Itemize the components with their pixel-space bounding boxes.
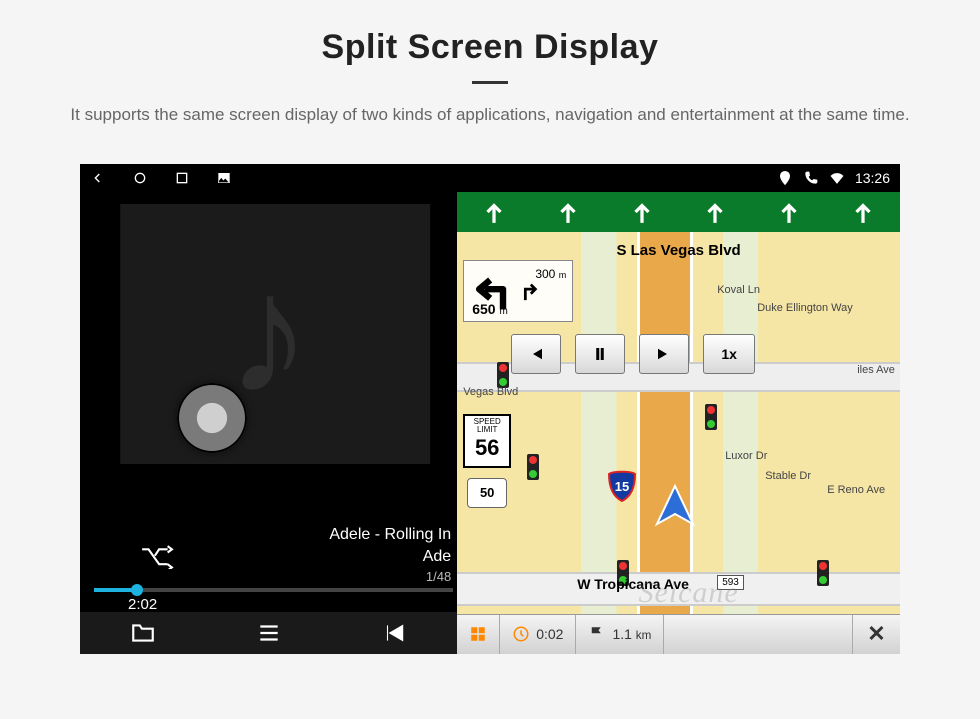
music-bottom-bar (80, 612, 457, 654)
next-turn-icon (518, 280, 540, 302)
playback-disc[interactable] (177, 383, 247, 453)
page-title: Split Screen Display (40, 28, 940, 67)
lane-arrow-icon (629, 198, 655, 226)
remaining-distance: 1.1 km (576, 615, 664, 654)
lane-arrow-icon (555, 198, 581, 226)
clock-icon (512, 625, 530, 643)
lane-guidance (457, 192, 900, 232)
route-shield: 50 (467, 478, 507, 508)
shuffle-button[interactable] (140, 544, 174, 570)
road-label: E Reno Ave (827, 484, 885, 496)
progress-bar[interactable] (94, 588, 453, 592)
nav-bottom-bar: 0:02 1.1 km ✕ (457, 614, 900, 654)
flag-icon (588, 625, 606, 643)
road-label: Duke Ellington Way (757, 302, 853, 314)
phone-icon (803, 170, 819, 186)
lane-arrow-icon (850, 198, 876, 226)
road-label: iles Ave (857, 364, 895, 376)
lane-arrow-icon (702, 198, 728, 226)
clock: 13:26 (855, 170, 890, 186)
eta-time: 0:02 (500, 615, 576, 654)
album-art: ♪ (120, 204, 430, 464)
close-button[interactable]: ✕ (852, 615, 900, 654)
street-label-top: S Las Vegas Blvd (457, 242, 900, 259)
road-label: Stable Dr (765, 470, 811, 482)
next-turn-distance: 300 m (535, 267, 566, 281)
wifi-icon (829, 170, 845, 186)
recent-apps-icon[interactable] (174, 170, 190, 186)
lane-arrow-icon (776, 198, 802, 226)
track-title: Adele - Rolling In (329, 524, 451, 546)
android-status-bar: 13:26 (80, 164, 900, 192)
vehicle-cursor (653, 484, 697, 528)
page-subtitle: It supports the same screen display of t… (60, 102, 920, 128)
map-playback-controls: 1x (511, 334, 755, 374)
track-artist: Ade (329, 546, 451, 568)
map-speed-button[interactable]: 1x (703, 334, 755, 374)
folder-button[interactable] (130, 620, 156, 646)
watermark: Seicane (638, 576, 738, 610)
road-label: Koval Ln (717, 284, 760, 296)
elapsed-time: 2:02 (128, 596, 157, 613)
speed-limit-sign: SPEED LIMIT 56 (463, 414, 511, 468)
menu-button[interactable] (457, 615, 500, 654)
playlist-button[interactable] (256, 620, 282, 646)
navigation-panel: S Las Vegas Blvd 300 m 650 m 1x (457, 164, 900, 654)
interstate-shield: 15 (607, 470, 637, 502)
road-label: Vegas Blvd (463, 386, 518, 398)
title-underline (472, 81, 508, 84)
traffic-light-icon (527, 454, 539, 480)
track-count: 1/48 (329, 568, 451, 586)
lane-arrow-icon (481, 198, 507, 226)
music-panel: ♪ Adele - Rolling In Ade 1/48 2:02 (80, 164, 457, 654)
map-pause-button[interactable] (575, 334, 625, 374)
previous-button[interactable] (381, 620, 407, 646)
home-icon[interactable] (132, 170, 148, 186)
picture-icon (216, 170, 232, 186)
turn-distance: 650 m (472, 301, 508, 317)
road-label: Luxor Dr (725, 450, 767, 462)
music-note-icon: ♪ (226, 249, 311, 419)
device-screenshot: 13:26 ♪ Adele - Rolling In Ade 1/48 2:02 (80, 164, 900, 654)
track-info: Adele - Rolling In Ade 1/48 (329, 524, 451, 587)
svg-text:15: 15 (615, 479, 629, 494)
traffic-light-icon (497, 362, 509, 388)
back-icon[interactable] (90, 170, 106, 186)
map-prev-button[interactable] (511, 334, 561, 374)
road-main (637, 232, 693, 614)
location-icon (777, 170, 793, 186)
traffic-light-icon (705, 404, 717, 430)
map-next-button[interactable] (639, 334, 689, 374)
turn-instruction: 300 m 650 m (463, 260, 573, 322)
traffic-light-icon (817, 560, 829, 586)
